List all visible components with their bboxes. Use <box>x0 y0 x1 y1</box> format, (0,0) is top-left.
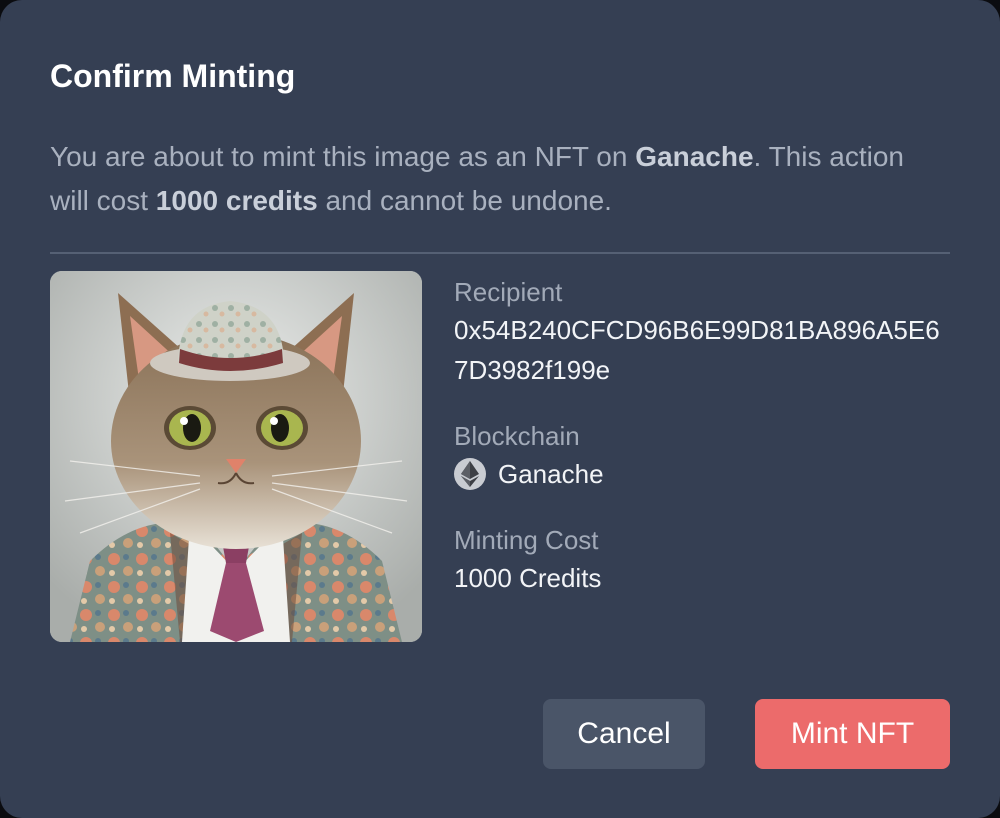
cancel-button[interactable]: Cancel <box>543 699 705 769</box>
dialog-description: You are about to mint this image as an N… <box>50 135 930 223</box>
description-cost: 1000 credits <box>155 185 318 216</box>
recipient-address: 0x54B240CFCD96B6E99D81BA896A5E67D3982f19… <box>454 315 940 385</box>
description-text-1: You are about to mint this image as an N… <box>50 141 636 172</box>
nft-preview-image <box>50 271 422 642</box>
recipient-label: Recipient <box>454 277 563 307</box>
blockchain-label: Blockchain <box>454 421 580 451</box>
description-network: Ganache <box>635 141 754 172</box>
recipient-group: Recipient 0x54B240CFCD96B6E99D81BA896A5E… <box>454 274 954 390</box>
mint-nft-button[interactable]: Mint NFT <box>755 699 950 769</box>
mint-details: Recipient 0x54B240CFCD96B6E99D81BA896A5E… <box>454 274 954 626</box>
blockchain-row: Ganache <box>454 454 954 494</box>
minting-cost-value: 1000 Credits <box>454 563 602 593</box>
description-text-3: and cannot be undone. <box>317 185 612 216</box>
confirm-minting-dialog: Confirm Minting You are about to mint th… <box>0 0 1000 818</box>
ethereum-icon <box>454 458 486 490</box>
cost-group: Minting Cost 1000 Credits <box>454 522 954 598</box>
dialog-title: Confirm Minting <box>50 58 296 94</box>
blockchain-group: Blockchain Ganache <box>454 418 954 494</box>
blockchain-value: Ganache <box>498 459 604 489</box>
divider <box>50 252 950 254</box>
minting-cost-label: Minting Cost <box>454 525 599 555</box>
